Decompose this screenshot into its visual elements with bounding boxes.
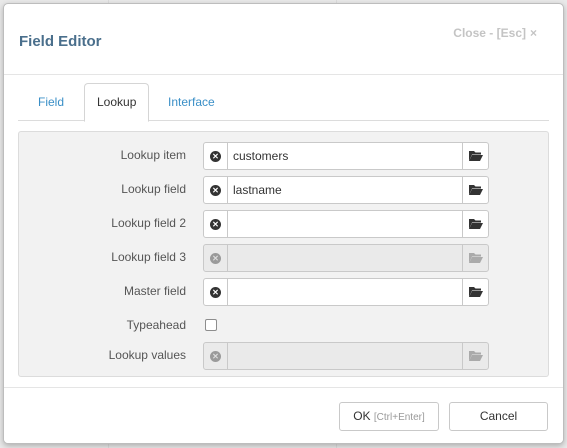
dialog-footer: OK [Ctrl+Enter] Cancel bbox=[4, 387, 563, 443]
typeahead-label: Typeahead bbox=[126, 318, 186, 332]
browse-lookup-item-button[interactable] bbox=[462, 142, 489, 170]
clear-lookup-field-2-button[interactable]: ✕ bbox=[203, 210, 228, 238]
times-circle-icon: ✕ bbox=[210, 150, 221, 162]
master-field-field[interactable] bbox=[227, 278, 463, 306]
lookup-panel: Lookup item ✕ customers Lookup field ✕ l… bbox=[18, 131, 549, 377]
lookup-field-field[interactable]: lastname bbox=[227, 176, 463, 204]
lookup-field-2-row: Lookup field 2 ✕ bbox=[19, 210, 550, 238]
folder-open-icon bbox=[468, 253, 483, 263]
clear-lookup-item-button[interactable]: ✕ bbox=[203, 142, 228, 170]
lookup-values-field bbox=[227, 342, 463, 370]
clear-lookup-values-button: ✕ bbox=[203, 342, 228, 370]
lookup-field-input-group: ✕ lastname bbox=[203, 176, 489, 204]
lookup-field-3-label: Lookup field 3 bbox=[111, 250, 186, 264]
lookup-field-2-input-group: ✕ bbox=[203, 210, 489, 238]
master-field-input-group: ✕ bbox=[203, 278, 489, 306]
close-button[interactable]: Close - [Esc] × bbox=[453, 26, 537, 40]
clear-master-field-button[interactable]: ✕ bbox=[203, 278, 228, 306]
times-circle-icon: ✕ bbox=[210, 350, 221, 362]
lookup-field-2-field[interactable] bbox=[227, 210, 463, 238]
lookup-field-3-row: Lookup field 3 ✕ bbox=[19, 244, 550, 272]
lookup-item-field[interactable]: customers bbox=[227, 142, 463, 170]
clear-lookup-field-3-button: ✕ bbox=[203, 244, 228, 272]
lookup-field-row: Lookup field ✕ lastname bbox=[19, 176, 550, 204]
master-field-label: Master field bbox=[123, 284, 186, 298]
typeahead-checkbox[interactable] bbox=[205, 319, 217, 331]
close-label: Close - [Esc] bbox=[453, 26, 526, 40]
lookup-field-3-input-group: ✕ bbox=[203, 244, 489, 272]
browse-lookup-field-button[interactable] bbox=[462, 176, 489, 204]
folder-open-icon bbox=[468, 219, 483, 229]
browse-master-field-button[interactable] bbox=[462, 278, 489, 306]
lookup-values-row: Lookup values ✕ bbox=[19, 342, 550, 370]
lookup-item-label: Lookup item bbox=[120, 148, 186, 162]
ok-label: OK bbox=[353, 409, 371, 423]
browse-lookup-field-2-button[interactable] bbox=[462, 210, 489, 238]
dialog-title: Field Editor bbox=[19, 33, 102, 50]
folder-open-icon bbox=[468, 351, 483, 361]
lookup-field-3-field bbox=[227, 244, 463, 272]
lookup-values-label: Lookup values bbox=[108, 348, 186, 362]
tab-bar: Field Lookup Interface bbox=[18, 83, 549, 122]
field-editor-dialog: Field Editor Close - [Esc] × Field Lookup… bbox=[3, 3, 564, 444]
browse-lookup-field-3-button bbox=[462, 244, 489, 272]
lookup-item-input-group: ✕ customers bbox=[203, 142, 489, 170]
times-circle-icon: ✕ bbox=[210, 252, 221, 264]
tab-field[interactable]: Field bbox=[26, 83, 76, 121]
times-circle-icon: ✕ bbox=[210, 218, 221, 230]
tab-lookup[interactable]: Lookup bbox=[84, 83, 150, 122]
dialog-header: Field Editor Close - [Esc] × bbox=[4, 4, 563, 75]
close-icon: × bbox=[529, 26, 537, 40]
background-divider bbox=[336, 444, 337, 448]
folder-open-icon bbox=[468, 151, 483, 161]
times-circle-icon: ✕ bbox=[210, 286, 221, 298]
lookup-values-input-group: ✕ bbox=[203, 342, 489, 370]
dialog-body: Field Lookup Interface Lookup item ✕ cus… bbox=[4, 75, 563, 387]
ok-shortcut-hint: [Ctrl+Enter] bbox=[373, 412, 425, 423]
cancel-button[interactable]: Cancel bbox=[449, 402, 548, 431]
folder-open-icon bbox=[468, 185, 483, 195]
browse-lookup-values-button bbox=[462, 342, 489, 370]
lookup-field-2-label: Lookup field 2 bbox=[111, 216, 186, 230]
folder-open-icon bbox=[468, 287, 483, 297]
master-field-row: Master field ✕ bbox=[19, 278, 550, 306]
ok-button[interactable]: OK [Ctrl+Enter] bbox=[339, 402, 439, 431]
tab-interface[interactable]: Interface bbox=[156, 83, 227, 121]
lookup-field-label: Lookup field bbox=[121, 182, 186, 196]
lookup-item-row: Lookup item ✕ customers bbox=[19, 142, 550, 170]
background-divider bbox=[108, 444, 109, 448]
typeahead-row: Typeahead bbox=[19, 312, 550, 340]
clear-lookup-field-button[interactable]: ✕ bbox=[203, 176, 228, 204]
times-circle-icon: ✕ bbox=[210, 184, 221, 196]
